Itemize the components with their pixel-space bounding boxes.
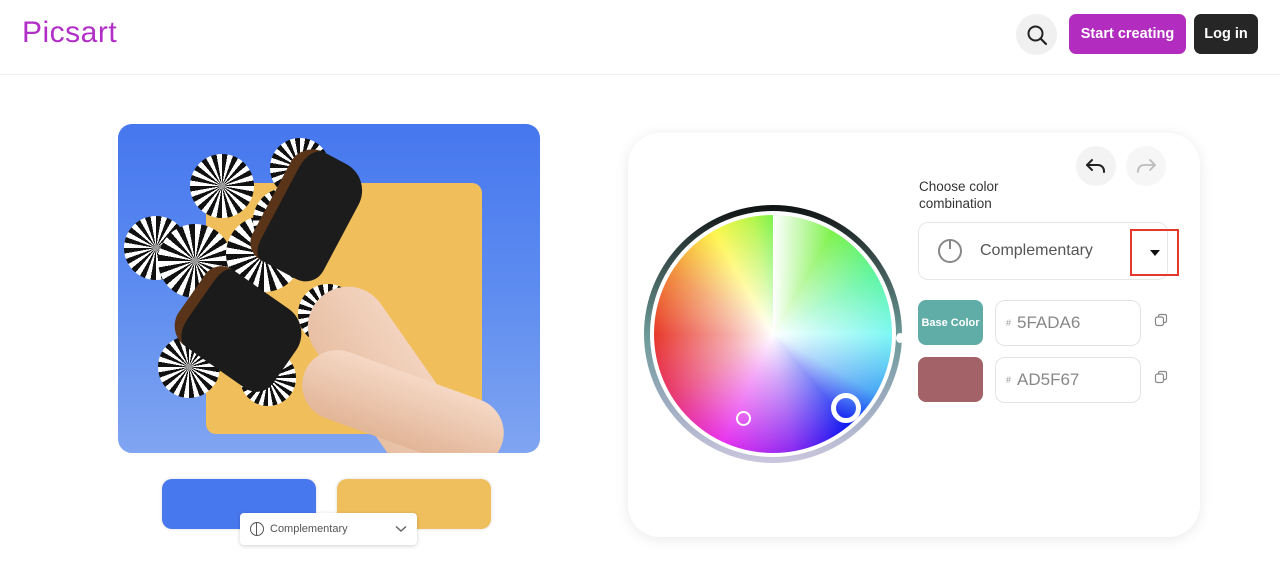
caret-down-icon: [1149, 249, 1160, 256]
harmony-icon: [250, 522, 264, 536]
log-in-button[interactable]: Log in: [1194, 14, 1258, 54]
color-row-complementary: # AD5F67: [918, 357, 1178, 403]
base-color-handle[interactable]: [831, 393, 861, 423]
start-creating-button[interactable]: Start creating: [1069, 14, 1186, 54]
undo-icon: [1086, 159, 1105, 173]
top-nav: Picsart Start creating Log in: [0, 0, 1280, 75]
picsart-logo[interactable]: Picsart: [22, 16, 117, 50]
harmony-icon: [938, 239, 962, 263]
chevron-down-icon: [395, 525, 407, 533]
preview-harmony-dropdown[interactable]: Complementary: [240, 513, 417, 545]
redo-icon: [1137, 159, 1156, 173]
undo-button[interactable]: [1076, 146, 1116, 186]
color-combination-label: Choose color combination: [919, 179, 999, 211]
copy-icon[interactable]: [1154, 313, 1168, 327]
search-button[interactable]: [1016, 14, 1057, 55]
base-color-hex-input[interactable]: # 5FADA6: [995, 300, 1141, 346]
complementary-color-hex-input[interactable]: # AD5F67: [995, 357, 1141, 403]
hypnotic-circle: [190, 154, 254, 218]
complementary-color-handle[interactable]: [736, 411, 751, 426]
preview-image: [118, 124, 540, 453]
combination-dropdown-toggle[interactable]: [1130, 229, 1179, 276]
base-color-hex-value: 5FADA6: [1017, 313, 1081, 332]
preview-harmony-label: Complementary: [270, 523, 348, 535]
base-color-chip[interactable]: Base Color: [918, 300, 983, 345]
redo-button[interactable]: [1126, 146, 1166, 186]
color-wheel-card: Choose color combination Complementary B…: [628, 133, 1200, 537]
color-row-base: Base Color # 5FADA6: [918, 300, 1178, 346]
complementary-color-chip[interactable]: [918, 357, 983, 402]
search-icon: [1027, 25, 1047, 45]
brightness-knob[interactable]: [896, 333, 904, 343]
brightness-ring[interactable]: [644, 205, 902, 463]
copy-icon[interactable]: [1154, 370, 1168, 384]
complementary-color-hex-value: AD5F67: [1017, 370, 1080, 389]
